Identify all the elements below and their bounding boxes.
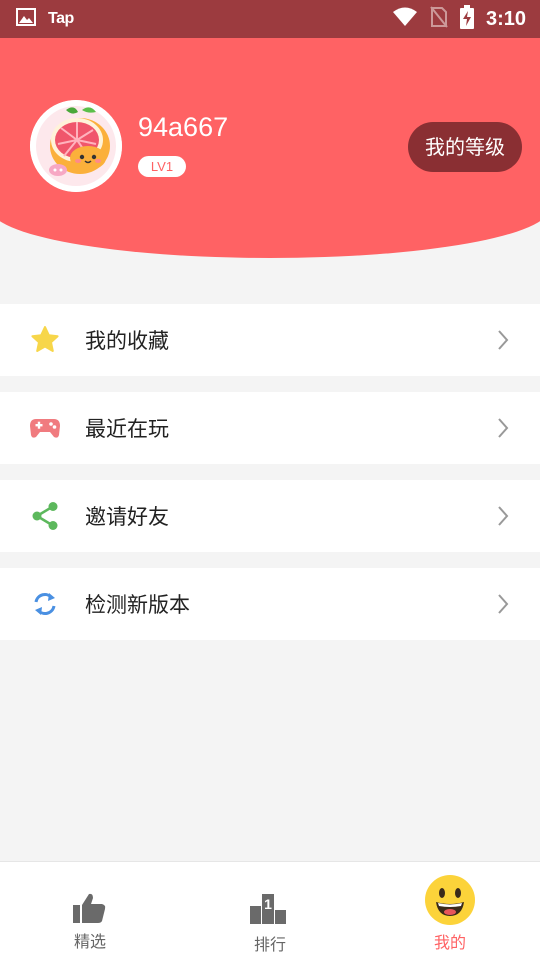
grapefruit-avatar-icon [30,100,122,192]
menu-item-check-update[interactable]: 检测新版本 [0,568,540,640]
star-icon [29,324,61,356]
menu-item-label: 我的收藏 [85,329,169,353]
avatar[interactable] [30,100,122,192]
image-notification-icon [16,8,36,30]
chevron-right-icon [496,416,510,440]
gamepad-icon [29,412,61,444]
smiley-icon [424,874,476,930]
menu-item-label: 最近在玩 [85,417,169,441]
battery-charging-icon [459,5,474,33]
tab-featured[interactable]: 精选 [30,862,150,960]
my-level-button[interactable]: 我的等级 [408,122,522,172]
share-icon [29,500,61,532]
tab-ranking[interactable]: 1 排行 [210,862,330,960]
svg-text:1: 1 [264,896,272,912]
no-sim-icon [430,6,448,32]
podium-icon: 1 [250,892,286,928]
chevron-right-icon [496,504,510,528]
tab-label: 排行 [253,935,286,954]
tab-mine[interactable]: 我的 [390,862,510,960]
menu-item-favorites[interactable]: 我的收藏 [0,304,540,376]
status-bar: Tap 3:10 [0,0,540,38]
chevron-right-icon [496,328,510,352]
status-app-label: Tap [48,10,74,27]
thumbs-up-icon [72,892,106,928]
chevron-right-icon [496,592,510,616]
wifi-icon [392,7,418,31]
username: 94a667 [138,112,229,142]
tab-label: 我的 [433,933,466,952]
menu-item-recent[interactable]: 最近在玩 [0,392,540,464]
menu-item-invite[interactable]: 邀请好友 [0,480,540,552]
menu-item-label: 邀请好友 [85,505,169,529]
tab-label: 精选 [73,932,106,951]
status-time: 3:10 [485,7,526,30]
refresh-icon [29,588,61,620]
bottom-nav: 精选 1 排行 我的 [0,861,540,960]
level-badge: LV1 [138,156,186,177]
menu-item-label: 检测新版本 [85,593,190,617]
